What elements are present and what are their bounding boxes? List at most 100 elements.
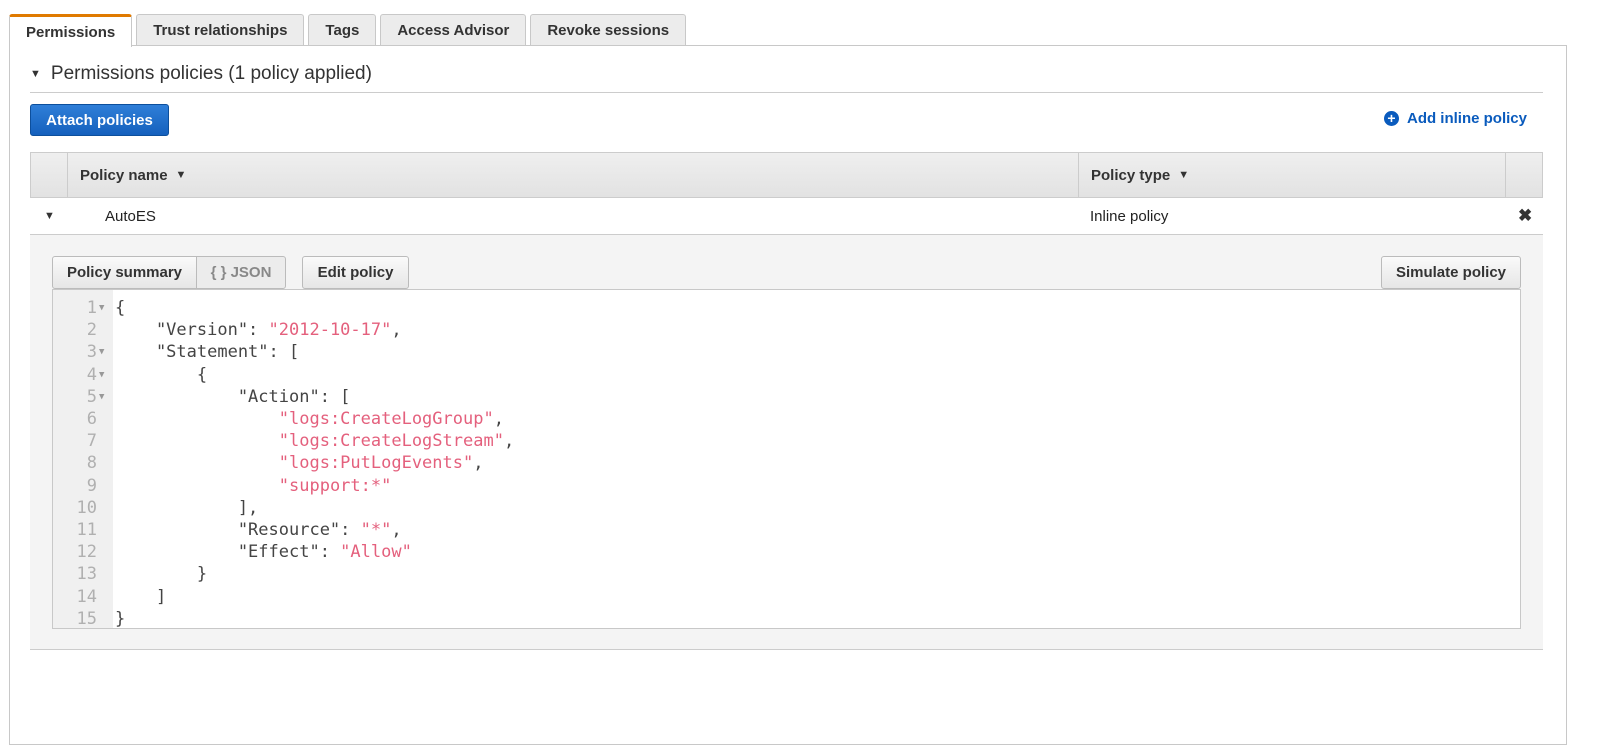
fold-caret-icon[interactable]: ▼ [99, 341, 104, 363]
column-header-policy-type[interactable]: Policy type ▼ [1079, 153, 1506, 197]
code-punct: , [473, 453, 484, 474]
line-number: 2 [86, 320, 97, 341]
code-text: { [115, 297, 125, 319]
json-code-editor[interactable]: 1 ▼{2 "Version": "2012-10-17", 3 ▼ "Stateme… [52, 289, 1521, 629]
code-text: "logs:CreateLogGroup", [115, 408, 504, 430]
policy-detail-panel: Policy summary { } JSON Edit policy Simu… [30, 235, 1543, 650]
fold-caret-icon[interactable]: ▼ [99, 364, 104, 386]
tab-permissions[interactable]: Permissions [9, 14, 133, 47]
code-text: "Action": [ [115, 386, 351, 408]
tab-tags[interactable]: Tags [308, 14, 377, 46]
code-text: "Statement": [ [115, 341, 299, 363]
code-string: "logs:CreateLogStream" [278, 431, 504, 452]
code-line: 14 ] [53, 586, 1520, 608]
caret-down-icon: ▼ [30, 68, 41, 80]
code-line: 5 ▼ "Action": [ [53, 386, 1520, 408]
code-token: "Action": [ [115, 386, 351, 407]
fold-caret-icon[interactable]: ▼ [99, 386, 104, 408]
section-toggle[interactable]: ▼ Permissions policies (1 policy applied… [30, 63, 372, 85]
code-text: "logs:PutLogEvents", [115, 452, 484, 474]
edit-policy-button[interactable]: Edit policy [302, 256, 409, 289]
code-line: 10 ], [53, 497, 1520, 519]
simulate-policy-button[interactable]: Simulate policy [1381, 256, 1521, 289]
remove-policy-icon[interactable]: ✖ [1518, 206, 1532, 226]
line-number: 13 [76, 564, 97, 585]
column-label: Policy type [1091, 166, 1171, 184]
code-punct: , [503, 431, 515, 452]
line-number: 7 [86, 431, 97, 452]
code-text: "support:*" [115, 475, 392, 497]
code-text: "Effect": "Allow" [115, 541, 412, 563]
code-line: 7 "logs:CreateLogStream", [53, 430, 1520, 452]
tab-trust-relationships[interactable]: Trust relationships [136, 14, 305, 46]
expand-column-header [31, 153, 68, 197]
table-row: ▼ AutoES Inline policy ✖ [30, 198, 1543, 235]
code-line: 3 ▼ "Statement": [ [53, 341, 1520, 363]
code-token: } [115, 564, 208, 585]
code-line: 9 "support:*" [53, 475, 1520, 497]
code-token: ] [115, 586, 167, 607]
code-line: 1 ▼ { [53, 297, 1520, 319]
code-line: 6 "logs:CreateLogGroup", [53, 408, 1520, 430]
line-number: 1 [86, 298, 97, 318]
attach-policies-button[interactable]: Attach policies [30, 104, 169, 136]
tab-bar: Permissions Trust relationships Tags Acc… [9, 14, 687, 47]
code-token: { [115, 298, 126, 318]
code-text: { [115, 364, 207, 386]
code-token: "Effect": [115, 542, 341, 563]
line-number: 10 [76, 497, 97, 518]
fold-caret-icon[interactable]: ▼ [99, 297, 104, 319]
line-number: 6 [86, 409, 97, 429]
code-token: "Version": [115, 320, 269, 341]
policy-summary-button[interactable]: Policy summary [52, 256, 197, 289]
code-text: } [115, 608, 126, 629]
column-header-policy-name[interactable]: Policy name ▼ [68, 153, 1079, 197]
line-number: 12 [76, 542, 97, 563]
code-punct: , [391, 520, 402, 540]
tab-revoke-sessions[interactable]: Revoke sessions [530, 14, 687, 46]
code-line: 13 } [53, 563, 1520, 585]
actions-column-header [1506, 153, 1542, 197]
json-button[interactable]: { } JSON [196, 256, 286, 289]
line-number: 4 [86, 364, 97, 385]
code-text: "logs:CreateLogStream", [115, 430, 514, 452]
policy-name[interactable]: AutoES [105, 208, 156, 225]
code-text: "Resource": "*", [115, 519, 402, 541]
line-number: 14 [76, 586, 97, 607]
code-line: 11 "Resource": "*", [53, 519, 1520, 541]
code-text: ], [115, 497, 258, 519]
code-token: "Resource": [115, 520, 361, 540]
add-inline-policy-label: Add inline policy [1406, 110, 1527, 127]
code-token: ], [115, 497, 259, 518]
code-line: 8 "logs:PutLogEvents", [53, 452, 1520, 474]
section-title: Permissions policies (1 policy applied) [50, 63, 372, 84]
code-string: "Allow" [340, 542, 412, 563]
code-line: 2 "Version": "2012-10-17", [53, 319, 1520, 341]
code-text: ] [115, 586, 166, 608]
code-line: 12 "Effect": "Allow" [53, 541, 1520, 563]
code-token: "Statement": [ [115, 342, 300, 363]
column-label: Policy name [80, 166, 168, 184]
line-number: 11 [76, 520, 97, 540]
table-header: Policy name ▼ Policy type ▼ [30, 152, 1543, 198]
add-inline-policy-link[interactable]: + Add inline policy [1383, 110, 1527, 127]
code-token: { [115, 364, 208, 385]
tab-access-advisor[interactable]: Access Advisor [380, 14, 527, 46]
code-line: 15} [53, 608, 1520, 629]
code-punct: , [493, 409, 504, 429]
code-punct: , [391, 320, 402, 341]
code-text: } [115, 563, 207, 585]
code-string: "logs:PutLogEvents" [278, 453, 474, 474]
policy-type: Inline policy [1090, 207, 1169, 225]
code-string: "2012-10-17" [268, 320, 392, 341]
sort-caret-icon: ▼ [1178, 169, 1190, 181]
expand-row-icon[interactable]: ▼ [44, 210, 55, 222]
line-number: 8 [86, 453, 97, 474]
line-number: 5 [86, 386, 97, 407]
line-number: 9 [86, 475, 97, 496]
code-token: } [115, 608, 126, 629]
